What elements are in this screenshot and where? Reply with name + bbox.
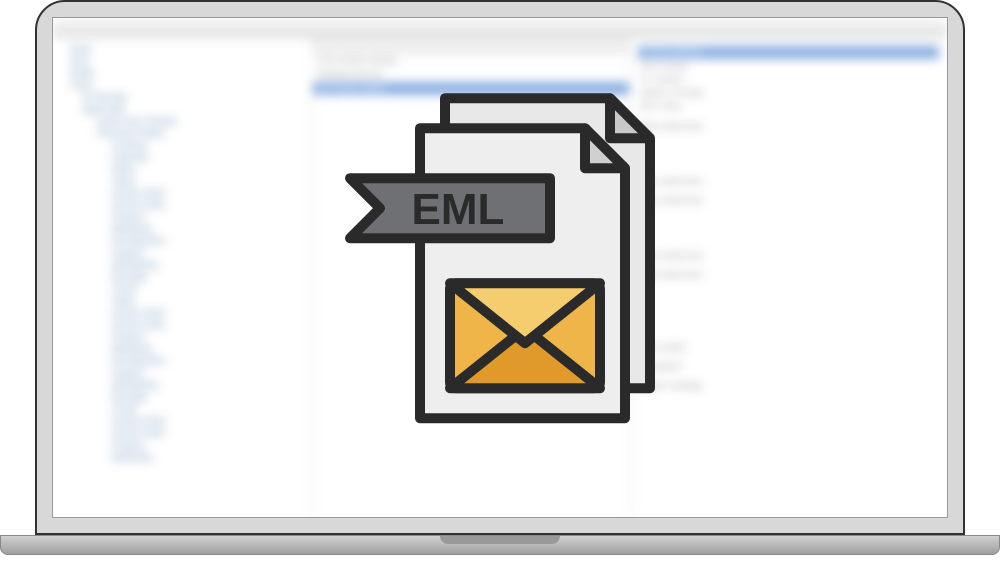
tree-item: Personal Folders <box>93 127 307 139</box>
eml-label: EML <box>412 185 505 234</box>
envelope-icon <box>450 283 600 388</box>
tree-item: Development <box>108 235 307 247</box>
tree-item: Contacts <box>108 139 307 151</box>
tree-item: Archive 2019 <box>108 415 307 427</box>
eml-file-icon: EML <box>330 78 670 443</box>
preview-panel: Invoice attached From: sender To: recipi… <box>630 38 947 517</box>
tree-item: Newsletters <box>108 379 307 391</box>
tree-item: Projects <box>108 211 307 223</box>
tree-item: Development <box>108 355 307 367</box>
tree-item: Support <box>108 367 307 379</box>
tree-item: Receipts <box>108 391 307 403</box>
preview-line: Body content here <box>638 122 939 131</box>
tree-item: Newsletters <box>108 259 307 271</box>
tree-item: Calendar <box>108 151 307 163</box>
preview-line: Body content here <box>638 196 939 205</box>
tree-item: Tasks <box>108 295 307 307</box>
tree-item: Support <box>108 247 307 259</box>
folder-sidebar: Inbox Sent Drafts Trash On My Mac Apple … <box>53 38 313 517</box>
preview-line: To: recipient <box>638 73 939 86</box>
tree-item: Archive 2020 <box>108 199 307 211</box>
tree-item: Sent <box>66 55 307 67</box>
tree-item: Import from Outlook <box>93 115 307 127</box>
tree-item: Projects <box>108 331 307 343</box>
tree-item: Marketing <box>108 223 307 235</box>
tree-item: Archive 2019 <box>108 187 307 199</box>
tree-item: Archive 2020 <box>108 319 307 331</box>
tree-item: Trash <box>66 79 307 91</box>
tree-item: Marketing <box>108 343 307 355</box>
tree-item: Travel <box>108 283 307 295</box>
tree-item: Travel <box>108 403 307 415</box>
list-row: From sender example <box>313 54 629 68</box>
tree-item: Tasks <box>108 175 307 187</box>
preview-line: Subject: message <box>638 86 939 99</box>
preview-line: Body content here <box>638 177 939 186</box>
laptop-frame: Inbox Sent Drafts Trash On My Mac Apple … <box>35 0 965 535</box>
tree-item: Receipts <box>108 271 307 283</box>
laptop-base <box>0 535 1000 555</box>
preview-line: Body content here <box>638 251 939 260</box>
tree-item: Marketing <box>108 451 307 463</box>
tree-item: Drafts <box>66 67 307 79</box>
preview-line: From: sender <box>638 343 939 352</box>
preview-line: Body content here <box>638 270 939 279</box>
laptop-screen: Inbox Sent Drafts Trash On My Mac Apple … <box>52 17 948 518</box>
tree-item: Inbox <box>66 43 307 55</box>
tree-item: Archive 2020 <box>108 427 307 439</box>
tree-item: Archive 2019 <box>108 307 307 319</box>
preview-line: Subject: message <box>638 381 939 390</box>
preview-line: From: sender <box>638 60 939 73</box>
tree-item: Projects <box>108 439 307 451</box>
app-toolbar <box>53 18 947 38</box>
preview-line: To: recipient <box>638 362 939 371</box>
preview-line: Date: today <box>638 99 939 112</box>
tree-item: Notes <box>108 163 307 175</box>
tree-item: On My Mac <box>78 91 307 103</box>
preview-row: Invoice attached <box>638 46 939 60</box>
list-header <box>313 38 629 54</box>
tree-item: Apple Mail <box>78 103 307 115</box>
